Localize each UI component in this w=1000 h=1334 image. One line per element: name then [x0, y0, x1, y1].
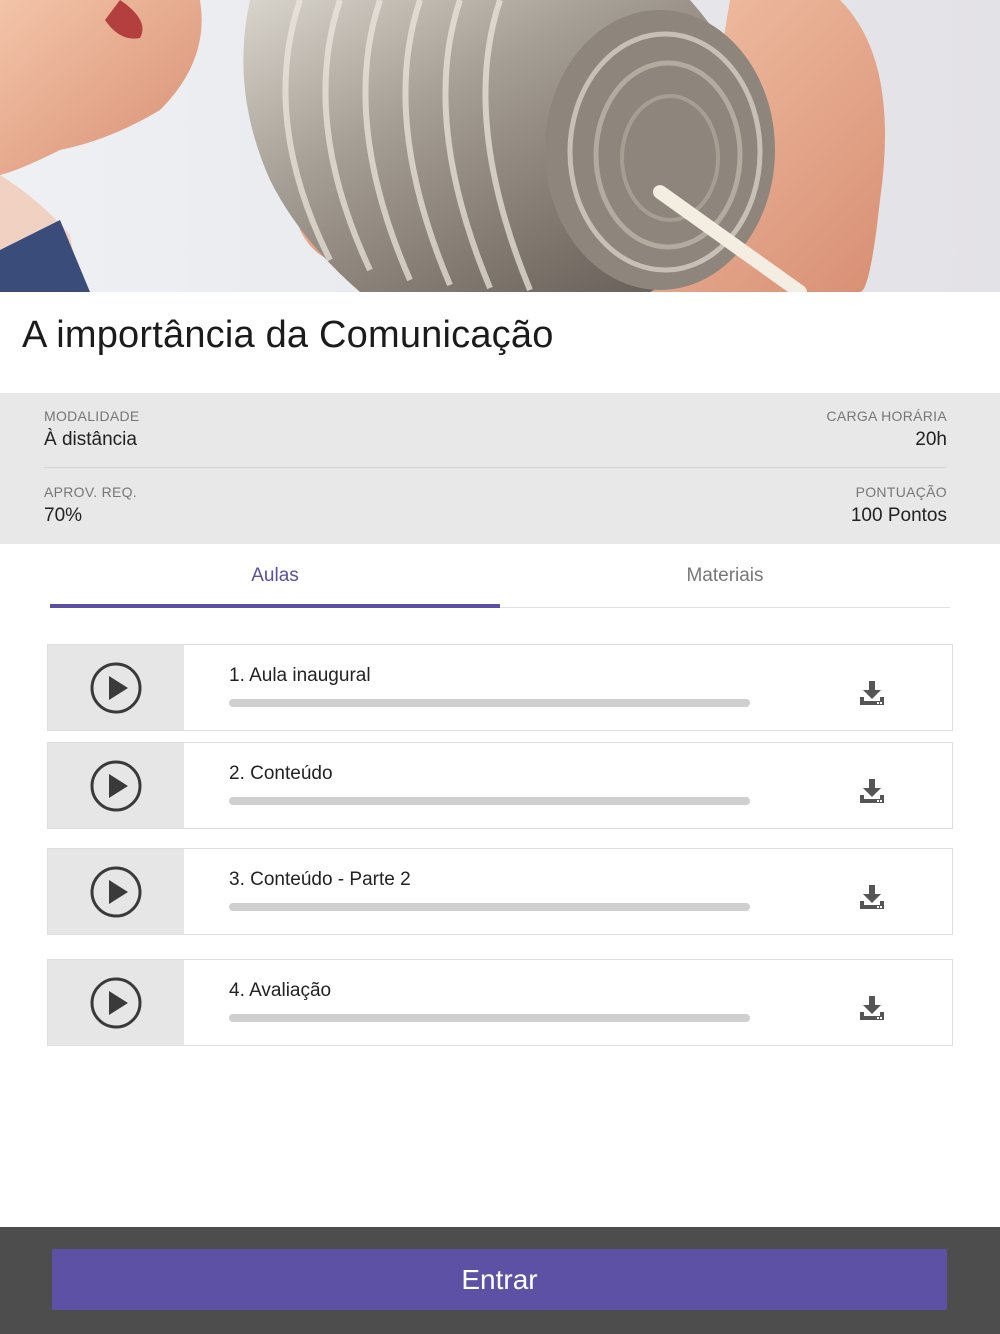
course-hero-image [0, 0, 1000, 292]
info-row: MODALIDADE À distância CARGA HORÁRIA 20h [44, 393, 947, 468]
aprov-req-value: 70% [44, 505, 83, 526]
lesson-item[interactable]: 1. Aula inaugural [47, 644, 953, 731]
modalidade-label: MODALIDADE [44, 408, 140, 424]
lesson-thumbnail[interactable] [48, 743, 184, 828]
download-icon[interactable] [858, 994, 886, 1022]
lesson-progress-bar [229, 1014, 750, 1022]
lesson-item[interactable]: 3. Conteúdo - Parte 2 [47, 848, 953, 935]
page-title: A importância da Comunicação [22, 314, 554, 356]
lesson-thumbnail[interactable] [48, 960, 184, 1045]
modalidade-field: MODALIDADE À distância [44, 407, 140, 453]
title-section: A importância da Comunicação [0, 292, 1000, 393]
aprov-req-label: APROV. REQ. [44, 484, 138, 500]
play-circle-icon[interactable] [90, 662, 142, 714]
lesson-progress-bar [229, 699, 750, 707]
play-circle-icon[interactable] [90, 977, 142, 1029]
lesson-thumbnail[interactable] [48, 849, 184, 934]
tab-bar: Aulas Materiais [50, 544, 950, 608]
modalidade-value: À distância [44, 429, 137, 450]
play-circle-icon[interactable] [90, 760, 142, 812]
enter-button[interactable]: Entrar [52, 1249, 947, 1310]
lesson-item[interactable]: 4. Avaliação [47, 959, 953, 1046]
carga-horaria-label: CARGA HORÁRIA [826, 408, 947, 424]
carga-horaria-value: 20h [915, 429, 947, 450]
active-tab-indicator [50, 604, 500, 608]
download-icon[interactable] [858, 883, 886, 911]
tab-materiais[interactable]: Materiais [500, 544, 950, 608]
pontuacao-label: PONTUAÇÃO [855, 484, 947, 500]
info-row: APROV. REQ. 70% PONTUAÇÃO 100 Pontos [44, 469, 947, 544]
carga-horaria-field: CARGA HORÁRIA 20h [826, 407, 947, 453]
lesson-title: 3. Conteúdo - Parte 2 [229, 869, 411, 890]
tab-aulas[interactable]: Aulas [50, 544, 500, 608]
aprov-req-field: APROV. REQ. 70% [44, 483, 137, 529]
course-info-panel: MODALIDADE À distância CARGA HORÁRIA 20h… [0, 393, 1000, 544]
play-circle-icon[interactable] [90, 866, 142, 918]
lesson-title: 1. Aula inaugural [229, 665, 371, 686]
lesson-progress-bar [229, 797, 750, 805]
lesson-item[interactable]: 2. Conteúdo [47, 742, 953, 829]
lesson-progress-bar [229, 903, 750, 911]
footer-bar: Entrar [0, 1227, 1000, 1334]
lesson-title: 2. Conteúdo [229, 763, 333, 784]
download-icon[interactable] [858, 679, 886, 707]
pontuacao-field: PONTUAÇÃO 100 Pontos [851, 483, 947, 529]
download-icon[interactable] [858, 777, 886, 805]
lesson-thumbnail[interactable] [48, 645, 184, 730]
pontuacao-value: 100 Pontos [850, 505, 947, 526]
lesson-title: 4. Avaliação [229, 980, 332, 1001]
